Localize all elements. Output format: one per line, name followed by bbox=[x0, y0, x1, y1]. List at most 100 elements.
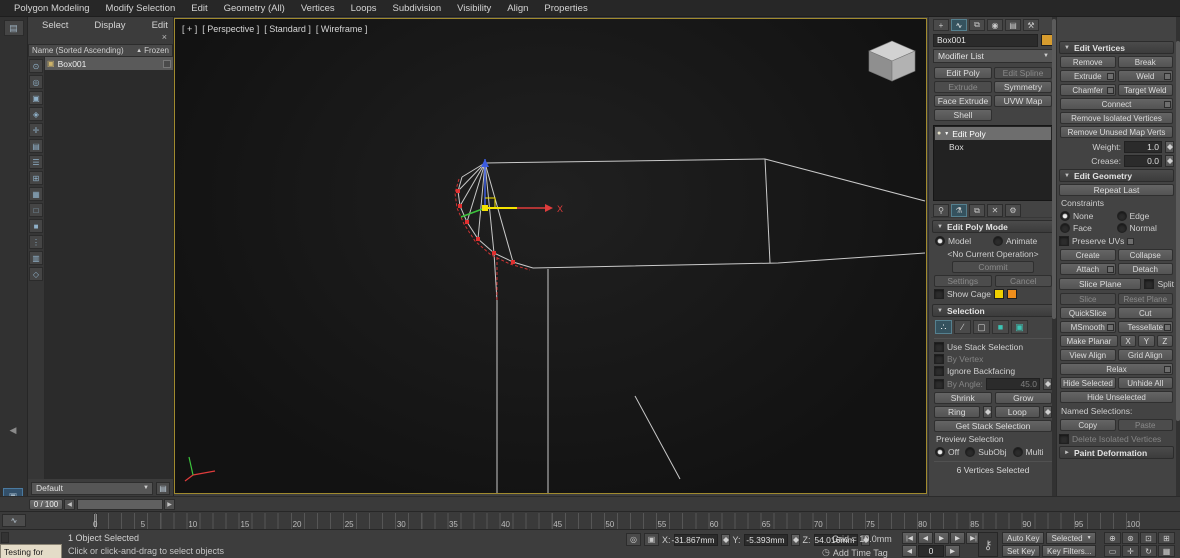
orbit-icon[interactable]: ↻ bbox=[1140, 545, 1157, 557]
make-unique-icon[interactable]: ⧉ bbox=[969, 204, 985, 217]
modifier-stack[interactable]: ● ▼ Edit Poly Box bbox=[933, 125, 1053, 201]
tab-create-icon[interactable]: + bbox=[933, 19, 949, 31]
hide-unselected-button[interactable]: Hide Unselected bbox=[1060, 391, 1173, 403]
modifier-set-button[interactable]: Symmetry bbox=[994, 81, 1052, 93]
y-coordinate-field[interactable]: -5.393mm bbox=[743, 533, 788, 546]
zoom-icon[interactable]: ⊕ bbox=[1104, 532, 1121, 544]
modifier-stack-row[interactable]: Box bbox=[935, 140, 1051, 153]
view-align-button[interactable]: View Align bbox=[1060, 349, 1116, 361]
explorer-tool-icon[interactable]: ■ bbox=[29, 219, 43, 233]
track-bar[interactable]: ∿ 0 5 10 15 20 25 30 35 40 45 50 55 60 65 70 75 80 85 90 95… bbox=[0, 511, 1180, 529]
grid-align-button[interactable]: Grid Align bbox=[1117, 349, 1173, 361]
loop-spinner[interactable] bbox=[1043, 406, 1052, 418]
explorer-tool-icon[interactable]: ◇ bbox=[29, 267, 43, 281]
weight-spinner[interactable] bbox=[1165, 141, 1174, 153]
connect-button[interactable]: Connect bbox=[1060, 98, 1173, 110]
preserve-uvs-settings-icon[interactable] bbox=[1127, 237, 1135, 245]
remove-modifier-icon[interactable]: ✕ bbox=[987, 204, 1003, 217]
viewport-pov-menu[interactable]: [ Perspective ] bbox=[202, 24, 259, 34]
ring-spinner[interactable] bbox=[982, 406, 992, 418]
menu-item[interactable]: Align bbox=[499, 2, 536, 15]
explorer-settings-icon[interactable]: ▤ bbox=[156, 481, 170, 495]
hide-selected-button[interactable]: Hide Selected bbox=[1060, 377, 1116, 389]
time-slider-prev-icon[interactable]: ◀ bbox=[64, 499, 75, 510]
cage-color-swatch[interactable] bbox=[993, 289, 1004, 299]
modifier-list-dropdown[interactable]: Modifier List ▼ bbox=[933, 49, 1053, 63]
x-coordinate-field[interactable]: -31.867mm bbox=[672, 533, 718, 546]
previous-key-icon[interactable]: ◀ bbox=[902, 545, 917, 557]
model-radio[interactable]: Model bbox=[935, 236, 993, 246]
viewcube[interactable] bbox=[868, 40, 916, 82]
time-slider-next-icon[interactable]: ▶ bbox=[164, 499, 175, 510]
explorer-tool-icon[interactable]: ◈ bbox=[29, 107, 43, 121]
get-stack-selection-button[interactable]: Get Stack Selection bbox=[934, 420, 1052, 432]
ring-button[interactable]: Ring bbox=[934, 406, 980, 418]
msmooth-button[interactable]: MSmooth bbox=[1060, 321, 1116, 333]
explorer-preset-combo[interactable]: Default ▼ bbox=[31, 481, 153, 495]
detach-button[interactable]: Detach bbox=[1117, 263, 1173, 275]
menu-item[interactable]: Polygon Modeling bbox=[6, 2, 98, 15]
menu-item[interactable]: Subdivision bbox=[385, 2, 450, 15]
scene-explorer-list[interactable]: ▣ Box001 bbox=[45, 57, 173, 479]
edge-mode-icon[interactable]: ∕ bbox=[954, 320, 971, 334]
isolate-selection-icon[interactable]: ◎ bbox=[626, 533, 641, 546]
viewport-general-menu[interactable]: [ + ] bbox=[182, 24, 197, 34]
settings-box-icon[interactable] bbox=[1164, 324, 1171, 331]
previous-frame-button[interactable]: ◀ bbox=[918, 532, 933, 544]
slice-plane-button[interactable]: Slice Plane bbox=[1059, 278, 1142, 290]
settings-box-icon[interactable] bbox=[1106, 73, 1114, 80]
viewport-canvas[interactable]: X bbox=[175, 19, 926, 493]
remove-button[interactable]: Remove bbox=[1060, 56, 1116, 68]
maxscript-mini-listener[interactable]: Testing for bbox=[0, 544, 62, 558]
menu-item[interactable]: Edit bbox=[183, 2, 215, 15]
explorer-menu-item[interactable]: Display bbox=[86, 19, 133, 31]
break-button[interactable]: Break bbox=[1117, 56, 1173, 68]
transform-gizmo[interactable]: X bbox=[460, 159, 563, 218]
y-coordinate-spinner[interactable] bbox=[790, 533, 800, 546]
tab-hierarchy-icon[interactable]: ⧉ bbox=[969, 19, 985, 31]
x-coordinate-spinner[interactable] bbox=[720, 533, 730, 546]
vertex-mode-icon[interactable]: ∴ bbox=[935, 320, 952, 334]
collapse-button[interactable]: Collapse bbox=[1117, 249, 1173, 261]
unhide-all-button[interactable]: Unhide All bbox=[1117, 377, 1173, 389]
maximize-viewport-icon[interactable]: ▦ bbox=[1158, 545, 1175, 557]
rollout-header-edit-poly-mode[interactable]: ▼ Edit Poly Mode bbox=[932, 220, 1054, 233]
settings-box-icon[interactable] bbox=[1106, 266, 1114, 273]
viewport-shading-menu[interactable]: [ Wireframe ] bbox=[316, 24, 368, 34]
cage-selected-color-swatch[interactable] bbox=[1006, 289, 1017, 299]
loop-button[interactable]: Loop bbox=[994, 406, 1040, 418]
zoom-region-icon[interactable]: ⊞ bbox=[1158, 532, 1175, 544]
planar-z-button[interactable]: Z bbox=[1156, 335, 1173, 347]
crease-spinner[interactable] bbox=[1165, 155, 1174, 167]
tab-modify-icon[interactable]: ∿ bbox=[951, 19, 967, 31]
modifier-enable-icon[interactable]: ● bbox=[937, 130, 941, 137]
shrink-button[interactable]: Shrink bbox=[934, 392, 992, 404]
show-cage-checkbox[interactable]: Show Cage bbox=[934, 289, 991, 299]
weight-field[interactable]: 1.0 bbox=[1124, 141, 1162, 153]
tab-display-icon[interactable]: ▤ bbox=[1005, 19, 1021, 31]
crease-field[interactable]: 0.0 bbox=[1124, 155, 1162, 167]
menu-item[interactable]: Visibility bbox=[449, 2, 499, 15]
rollout-header-paint-deformation[interactable]: ► Paint Deformation bbox=[1059, 446, 1174, 459]
pin-stack-icon[interactable]: ⚲ bbox=[933, 204, 949, 217]
explorer-tool-icon[interactable]: ⊙ bbox=[29, 59, 43, 73]
menu-item[interactable]: Geometry (All) bbox=[216, 2, 293, 15]
animate-radio[interactable]: Animate bbox=[993, 236, 1051, 246]
key-filters-button[interactable]: Key Filters... bbox=[1042, 545, 1097, 557]
set-key-button[interactable]: Set Key bbox=[1002, 545, 1041, 557]
explorer-tool-icon[interactable]: ⋮ bbox=[29, 235, 43, 249]
zoom-all-icon[interactable]: ⊛ bbox=[1122, 532, 1139, 544]
extrude-button[interactable]: Extrude bbox=[1060, 70, 1116, 82]
menu-item[interactable]: Vertices bbox=[293, 2, 343, 15]
tab-motion-icon[interactable]: ◉ bbox=[987, 19, 1003, 31]
settings-box-icon[interactable] bbox=[1164, 366, 1171, 373]
modifier-set-button[interactable]: Shell bbox=[934, 109, 992, 121]
ignore-backfacing-checkbox[interactable]: Ignore Backfacing bbox=[934, 366, 1015, 376]
explorer-tool-icon[interactable]: ⊞ bbox=[29, 171, 43, 185]
settings-box-icon[interactable] bbox=[1106, 87, 1114, 94]
preview-off-radio[interactable]: Off bbox=[935, 447, 959, 457]
object-name-field[interactable]: Box001 bbox=[933, 33, 1038, 47]
time-slider-handle[interactable]: 0 / 100 bbox=[29, 499, 63, 510]
time-slider[interactable]: 0 / 100 ◀ ▶ bbox=[0, 496, 1180, 511]
use-stack-selection-checkbox[interactable]: Use Stack Selection bbox=[934, 342, 1023, 352]
